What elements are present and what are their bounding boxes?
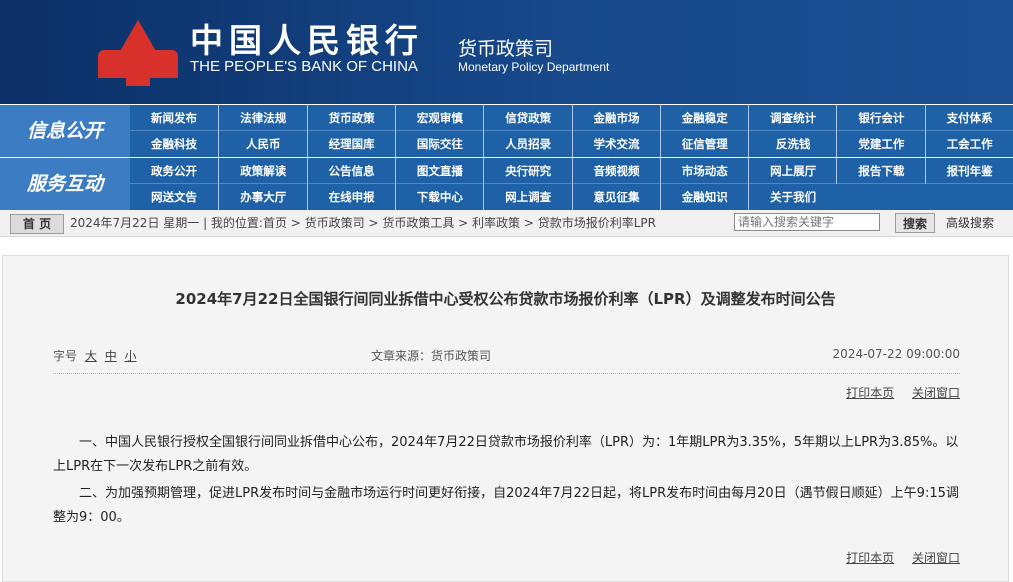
nav-item[interactable]: 人员招录: [483, 131, 572, 157]
nav-item[interactable]: 国际交往: [394, 131, 484, 157]
nav-group-label[interactable]: 信息公开: [0, 105, 130, 157]
nav-item[interactable]: 图文直播: [394, 158, 484, 184]
site-header: 中国人民银行 THE PEOPLE'S BANK OF CHINA 货币政策司 …: [0, 0, 1013, 104]
nav-item[interactable]: 网上展厅: [748, 158, 837, 184]
bank-name-cn: 中国人民银行: [190, 21, 424, 60]
nav-item[interactable]: 下载中心: [394, 184, 484, 210]
nav-item[interactable]: 新闻发布: [130, 105, 218, 131]
nav-item[interactable]: 央行研究: [483, 158, 572, 184]
main-nav: 信息公开 新闻发布 法律法规 货币政策 宏观审慎 信贷政策 金融市场 金融稳定 调查统计 银行会…: [0, 104, 1013, 210]
close-window-link[interactable]: 关闭窗口: [912, 386, 960, 400]
nav-group-service-interaction: 服务互动 政务公开 政策解读 公告信息 图文直播 央行研究 音频视频 市场动态 网上展厅 报告下…: [0, 157, 1013, 210]
print-page-link[interactable]: 打印本页: [846, 551, 894, 565]
nav-item[interactable]: 征信管理: [659, 131, 749, 157]
nav-item[interactable]: 人民币: [218, 131, 307, 157]
article-date: 2024-07-22 09:00:00: [832, 347, 960, 361]
font-size-small[interactable]: 小: [125, 349, 137, 363]
font-size-control: 字号 大 中 小: [53, 347, 137, 364]
font-size-large[interactable]: 大: [85, 349, 97, 363]
nav-item[interactable]: 银行会计: [836, 105, 925, 131]
department-name-cn: 货币政策司: [458, 38, 554, 60]
nav-item[interactable]: 网上调查: [483, 184, 572, 210]
nav-group-info-disclosure: 信息公开 新闻发布 法律法规 货币政策 宏观审慎 信贷政策 金融市场 金融稳定 调查统计 银行会…: [0, 104, 1013, 157]
nav-group-label[interactable]: 服务互动: [0, 158, 130, 210]
article-title: 2024年7月22日全国银行间同业拆借中心受权公布贷款市场报价利率（LPR）及调…: [175, 290, 836, 308]
search-input[interactable]: [734, 213, 880, 231]
font-size-label: 字号: [53, 349, 78, 363]
nav-item[interactable]: 政策解读: [218, 158, 307, 184]
article-actions-top: 打印本页 关闭窗口: [832, 384, 960, 401]
pboc-logo-icon: [98, 12, 178, 86]
nav-item[interactable]: 工会工作: [924, 131, 1013, 157]
nav-item[interactable]: 宏观审慎: [394, 105, 484, 131]
nav-item[interactable]: 办事大厅: [218, 184, 307, 210]
nav-item[interactable]: 网送文告: [130, 184, 218, 210]
nav-item[interactable]: 市场动态: [659, 158, 749, 184]
article-source: 文章来源：货币政策司: [371, 349, 492, 363]
nav-item[interactable]: 金融科技: [130, 131, 218, 157]
article-paragraph: 二、为加强预期管理，促进LPR发布时间与金融市场运行时间更好衔接，自2024年7…: [53, 486, 959, 525]
nav-item[interactable]: 货币政策: [306, 105, 396, 131]
nav-item[interactable]: 反洗钱: [748, 131, 837, 157]
nav-item[interactable]: 金融稳定: [659, 105, 749, 131]
nav-item[interactable]: 法律法规: [218, 105, 307, 131]
department-name-en: Monetary Policy Department: [458, 60, 610, 74]
nav-item[interactable]: 调查统计: [748, 105, 837, 131]
nav-item[interactable]: 支付体系: [924, 105, 1013, 131]
article-panel: 2024年7月22日全国银行间同业拆借中心受权公布贷款市场报价利率（LPR）及调…: [2, 255, 1009, 582]
bank-name-en: THE PEOPLE'S BANK OF CHINA: [190, 58, 418, 75]
nav-item[interactable]: 金融知识: [659, 184, 749, 210]
nav-item[interactable]: 金融市场: [571, 105, 661, 131]
article-paragraph: 一、中国人民银行授权全国银行间同业拆借中心公布，2024年7月22日贷款市场报价…: [53, 435, 959, 474]
close-window-link[interactable]: 关闭窗口: [912, 551, 960, 565]
nav-item[interactable]: 信贷政策: [483, 105, 572, 131]
nav-item[interactable]: 学术交流: [571, 131, 661, 157]
breadcrumb-bar: 首 页 2024年7月22日 星期一 | 我的位置:首页 > 货币政策司 > 货…: [0, 210, 1013, 237]
advanced-search-link[interactable]: 高级搜索: [946, 210, 994, 236]
nav-item[interactable]: 意见征集: [571, 184, 661, 210]
nav-item[interactable]: 报告下载: [836, 158, 925, 184]
nav-item[interactable]: 报刊年鉴: [924, 158, 1013, 184]
nav-item[interactable]: 在线申报: [306, 184, 396, 210]
search-button[interactable]: 搜索: [895, 213, 935, 233]
nav-item[interactable]: 关于我们: [748, 184, 837, 210]
nav-item[interactable]: 政务公开: [130, 158, 218, 184]
print-page-link[interactable]: 打印本页: [846, 386, 894, 400]
home-button[interactable]: 首 页: [10, 214, 64, 234]
font-size-medium[interactable]: 中: [105, 349, 117, 363]
nav-item[interactable]: 党建工作: [836, 131, 925, 157]
nav-item[interactable]: 经理国库: [306, 131, 396, 157]
article-actions-bottom: 打印本页 关闭窗口: [832, 549, 960, 566]
breadcrumb: 2024年7月22日 星期一 | 我的位置:首页 > 货币政策司 > 货币政策工…: [70, 216, 656, 230]
nav-item[interactable]: 音频视频: [571, 158, 661, 184]
nav-item[interactable]: 公告信息: [306, 158, 396, 184]
article-meta: 字号 大 中 小 文章来源：货币政策司 2024-07-22 09:00:00: [53, 343, 960, 374]
